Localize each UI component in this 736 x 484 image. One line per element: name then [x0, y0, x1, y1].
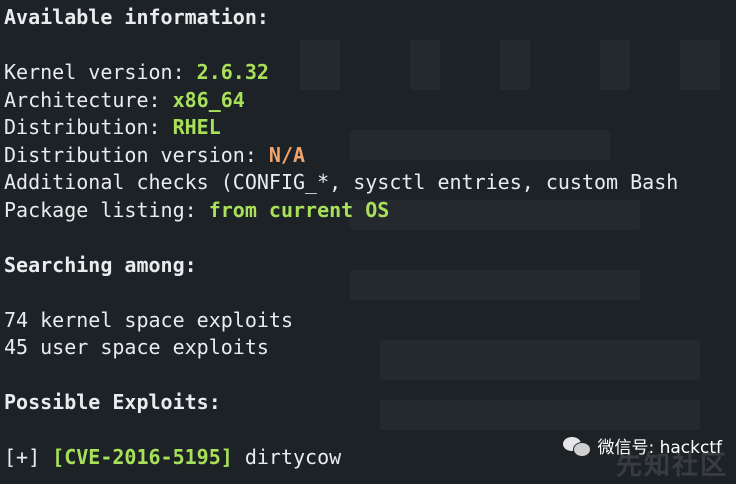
terminal-window: Available information: Kernel version: 2… — [0, 0, 736, 484]
kernel-exploits-count: 74 kernel space exploits — [4, 307, 293, 332]
exploit-prefix: [+] — [4, 445, 53, 469]
distribution-line: Distribution: RHEL — [4, 114, 736, 142]
watermark-text: 微信号: hackctf — [597, 438, 722, 458]
kernel-version-value: 2.6.32 — [196, 60, 269, 84]
architecture-line: Architecture: x86_64 — [4, 87, 736, 115]
distribution-label: Distribution: — [4, 115, 173, 139]
exploit-cve: [CVE-2016-5195] — [52, 445, 233, 469]
wechat-icon — [563, 435, 592, 457]
additional-checks-line: Additional checks (CONFIG_*, sysctl entr… — [4, 170, 679, 194]
possible-exploits-header: Possible Exploits: — [4, 390, 221, 414]
exploit-name: dirtycow — [232, 445, 342, 469]
kernel-version-line: Kernel version: 2.6.32 — [4, 59, 736, 87]
watermark: 微信号: hackctf — [563, 433, 722, 458]
terminal-output: Available information: Kernel version: 2… — [4, 4, 736, 472]
user-exploits-count: 45 user space exploits — [4, 335, 269, 359]
available-info-header: Available information: — [4, 5, 269, 29]
distribution-value: RHEL — [172, 115, 221, 139]
package-listing-label: Package listing: — [4, 197, 209, 222]
architecture-value: x86_64 — [172, 87, 245, 112]
package-listing-value: from current OS — [208, 197, 390, 222]
searching-header: Searching among: — [4, 252, 197, 277]
distribution-version-line: Distribution version: N/A — [4, 142, 736, 170]
package-listing-line: Package listing: from current OS — [4, 197, 736, 225]
distribution-version-label: Distribution version: — [4, 142, 269, 167]
kernel-version-label: Kernel version: — [4, 60, 197, 84]
architecture-label: Architecture: — [4, 87, 173, 112]
distribution-version-value: N/A — [268, 142, 306, 167]
